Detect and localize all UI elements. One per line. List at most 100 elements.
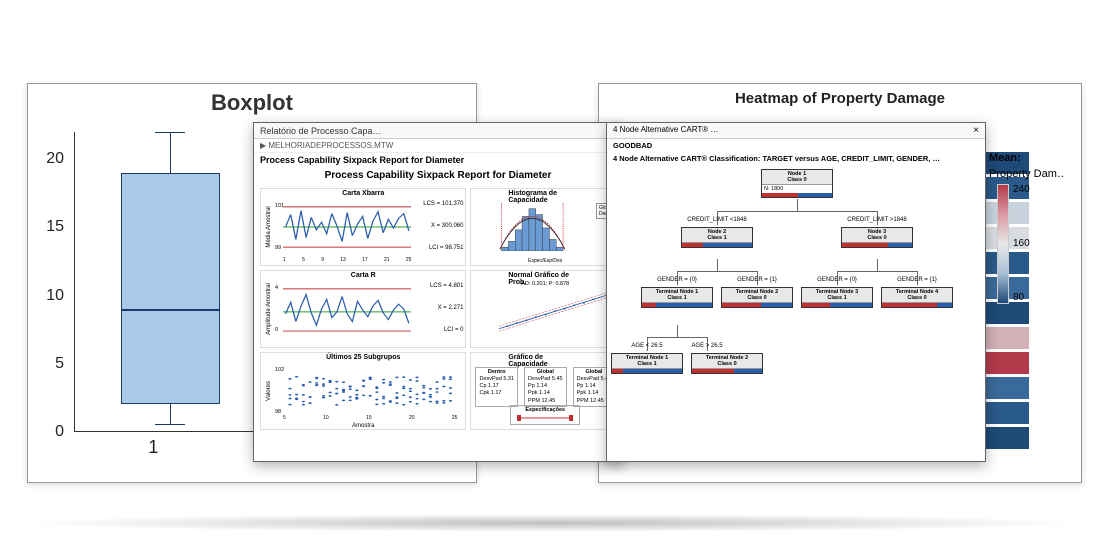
chart-probplot: Normal Gráfico de Prob. AD: 0.201; P: 0.…: [470, 270, 620, 348]
val: 5.45: [552, 376, 563, 382]
whisker-cap: [155, 132, 185, 133]
node-bar: [842, 243, 912, 247]
cap-spec: Especificações: [510, 405, 580, 425]
node-bar: [802, 303, 872, 307]
row: DesvPad 5.45: [528, 376, 563, 383]
val: 1.17: [491, 390, 502, 396]
node-head: Terminal Node 1Class 1: [642, 288, 712, 303]
tree-terminal: Terminal Node 1Class 1: [611, 353, 683, 374]
node-head: Terminal Node 3Class 1: [802, 288, 872, 303]
cls: Class 1: [827, 295, 846, 301]
chart-capability: Gráfico de Capacidade Dentro DesvPad 5.3…: [470, 352, 620, 430]
cls: Class 1: [637, 361, 656, 367]
tree-root: Node 1Class 0 N: 1800: [761, 169, 833, 198]
node-bar: [882, 303, 952, 307]
val: 1.17: [488, 383, 499, 389]
whisker: [170, 404, 171, 424]
col-head: Global: [528, 369, 563, 376]
whisker: [170, 132, 171, 173]
node-bar: [722, 303, 792, 307]
node-head: Node 2Class 1: [682, 228, 752, 243]
split-label: CREDIT_LIMIT >1848: [847, 217, 906, 223]
ylabel: Média Amostral: [266, 206, 272, 247]
xlabel: Amostra: [352, 423, 374, 429]
node-head: Terminal Node 4Class 0: [882, 288, 952, 303]
chart-r: Carta R Amplitude Amostral 4 0 LCS = 4.8…: [260, 270, 466, 348]
legend-tick: 240: [1013, 184, 1030, 195]
x-ticks: 15913172125: [283, 257, 411, 263]
window-title: Relatório de Processo Capa…: [260, 126, 382, 136]
chart-last25: Últimos 25 Subgrupos Valores 102 98 Amos…: [260, 352, 466, 430]
node-head: Terminal Node 1Class 1: [612, 354, 682, 369]
v: 1800: [771, 186, 783, 192]
tree-terminal: Terminal Node 3Class 1: [801, 287, 873, 308]
ylabel: Amplitude Amostral: [266, 283, 272, 335]
tree-edge: [877, 259, 878, 271]
row: DesvPad 5.31: [479, 376, 514, 383]
breadcrumb: ▶ MELHORIADEPROCESSOS.MTW: [254, 139, 622, 153]
tree-edge: [677, 325, 678, 337]
tree-edge: [797, 199, 798, 211]
node-head: Node 1Class 0: [762, 170, 832, 185]
cls: Class 1: [707, 235, 726, 241]
xt: 5: [283, 415, 286, 421]
tree-edge: [677, 271, 757, 272]
chart-body: [283, 285, 411, 333]
node-bar: [612, 369, 682, 373]
sixpack-main-title: Process Capability Sixpack Report for Di…: [254, 167, 622, 184]
breadcrumb-text: MELHORIADEPROCESSOS.MTW: [268, 141, 393, 150]
row: Pp 1.14: [528, 383, 563, 390]
y-tick: 0: [55, 423, 64, 441]
val: 12.45: [590, 398, 604, 404]
lci-label: LCI = 98.751: [429, 245, 464, 251]
heatmap-title: Heatmap of Property Damage: [599, 84, 1081, 113]
val: 12.45: [542, 398, 556, 404]
val: 5.31: [503, 376, 514, 382]
footer-shadow: [18, 514, 1086, 532]
chart-body: [493, 203, 579, 251]
val: 1.14: [536, 383, 547, 389]
split-label: GENDER = {0}: [657, 277, 697, 283]
tree-node: Node 2Class 1: [681, 227, 753, 248]
node-bar: [642, 303, 712, 307]
xt: 20: [409, 415, 415, 421]
col-head: Dentro: [479, 369, 514, 376]
cls: Class 1: [667, 295, 686, 301]
xt: 13: [340, 257, 346, 263]
cart-sub2: 4 Node Alternative CART® Classification:…: [607, 152, 985, 165]
chart-title: Carta Xbarra: [342, 190, 384, 197]
cap-dentro: Dentro DesvPad 5.31 Cp 1.17 Cpk 1.17: [475, 367, 518, 407]
cls: Class 0: [717, 361, 736, 367]
heatmap-legend: Mean: Property Dam… 240 160 80: [989, 152, 1065, 304]
y-lo: 99: [275, 245, 281, 251]
tree-terminal: Terminal Node 4Class 0: [881, 287, 953, 308]
x-label: 1: [148, 437, 158, 458]
window-title: 4 Node Alternative CART® …: [613, 125, 718, 136]
chart-histogram: Histograma de Capacidade: [470, 188, 620, 266]
node-head: Node 3Class 0: [842, 228, 912, 243]
val: 1.14: [539, 390, 550, 396]
sixpack-grid: Carta Xbarra Média Amostral 101 99 LCS =…: [254, 184, 622, 434]
cart-tree: Node 1Class 0 N: 1800 CREDIT_LIMIT <1848…: [607, 165, 985, 455]
cart-titlebar[interactable]: 4 Node Alternative CART® … ×: [607, 123, 985, 139]
close-icon[interactable]: ×: [973, 125, 979, 136]
chart-title: Histograma de Capacidade: [508, 190, 582, 204]
y-tick: 20: [46, 150, 64, 168]
whisker-cap: [155, 424, 185, 425]
tree-node: Node 3Class 0: [841, 227, 913, 248]
val: 1.14: [585, 383, 596, 389]
split-label: GENDER = {1}: [897, 277, 937, 283]
cls: Class 0: [907, 295, 926, 301]
chart-body: [283, 203, 411, 251]
chart-body: [493, 291, 613, 333]
lcs-label: LCS = 101.370: [423, 201, 463, 207]
chart-body: [283, 367, 457, 415]
boxplot-y-axis: 0 5 10 15 20: [34, 132, 68, 432]
chart-xbarra: Carta Xbarra Média Amostral 101 99 LCS =…: [260, 188, 466, 266]
sixpack-titlebar[interactable]: Relatório de Processo Capa… ×: [254, 123, 622, 139]
y-tick: 10: [46, 287, 64, 305]
node-bar: [762, 193, 832, 197]
cap-table: Dentro DesvPad 5.31 Cp 1.17 Cpk 1.17 Glo…: [475, 367, 615, 407]
tree-edge: [647, 337, 707, 338]
chart-title: Gráfico de Capacidade: [508, 354, 582, 368]
